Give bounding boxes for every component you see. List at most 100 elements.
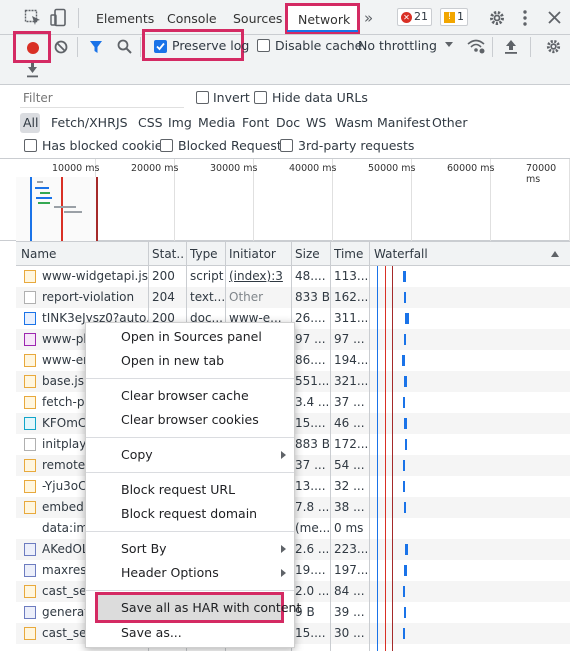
menu-clear-browser-cache[interactable]: Clear browser cache xyxy=(86,384,294,408)
invert-label: Invert xyxy=(213,90,250,105)
type-filter-css[interactable]: CSS xyxy=(138,115,163,130)
request-status: 204 xyxy=(152,290,175,304)
third-party-label: 3rd-party requests xyxy=(298,138,415,153)
overview-activity-bar xyxy=(64,211,82,213)
js-file-icon xyxy=(24,501,36,514)
overview-tick-label: 30000 ms xyxy=(210,163,258,174)
request-initiator[interactable]: (index):3 xyxy=(229,266,291,287)
type-filter-img[interactable]: Img xyxy=(168,115,192,130)
waterfall-bar xyxy=(404,418,407,429)
type-filter-js[interactable]: JS xyxy=(116,115,128,130)
img-file-icon xyxy=(24,543,36,556)
type-filter-fetch-xhr[interactable]: Fetch/XHR xyxy=(51,115,116,130)
js-file-icon xyxy=(24,480,36,493)
network-toolbar: Preserve log Disable cache No throttling xyxy=(0,29,570,85)
invert-checkbox[interactable] xyxy=(196,91,209,104)
type-filter-all[interactable]: All xyxy=(23,115,39,130)
menu-header-options[interactable]: Header Options xyxy=(86,561,294,585)
filter-bar: Invert Hide data URLs All Fetch/XHR JS C… xyxy=(0,85,570,159)
type-filter-other[interactable]: Other xyxy=(432,115,468,130)
type-filter-media[interactable]: Media xyxy=(198,115,236,130)
request-time: 197... xyxy=(334,563,369,577)
type-filter-wasm[interactable]: Wasm xyxy=(335,115,373,130)
menu-clear-browser-cookies[interactable]: Clear browser cookies xyxy=(86,408,294,432)
export-har-icon[interactable] xyxy=(26,63,39,78)
request-size: 15.... xyxy=(295,626,326,640)
request-table-header: Name Stat.. Type Initiator Size Time Wat… xyxy=(16,241,570,266)
waterfall-bar xyxy=(405,313,409,324)
network-settings-gear-icon[interactable] xyxy=(545,38,562,55)
menu-save-all-as-har[interactable]: Save all as HAR with content xyxy=(95,592,301,623)
blocked-requests-checkbox[interactable] xyxy=(160,139,173,152)
request-size: 833 B xyxy=(295,290,330,304)
inspect-element-icon[interactable] xyxy=(24,9,42,27)
throttling-select[interactable]: No throttling xyxy=(358,38,437,53)
column-header-initiator[interactable]: Initiator xyxy=(229,242,276,267)
hide-data-urls-checkbox[interactable] xyxy=(254,91,267,104)
type-filter-manifest[interactable]: Manifest xyxy=(377,115,430,130)
close-icon[interactable] xyxy=(548,11,561,24)
throttling-dropdown-icon[interactable] xyxy=(445,42,453,47)
has-blocked-cookies-checkbox[interactable] xyxy=(24,139,37,152)
search-icon[interactable] xyxy=(117,39,132,54)
menu-block-request-url[interactable]: Block request URL xyxy=(86,478,294,502)
request-time: 162... xyxy=(334,290,369,304)
clear-icon[interactable] xyxy=(54,40,68,54)
kebab-menu-icon[interactable] xyxy=(520,9,530,27)
submenu-arrow-icon xyxy=(281,451,286,459)
column-divider xyxy=(369,241,370,651)
img-file-icon xyxy=(24,564,36,577)
filter-icon[interactable] xyxy=(89,40,103,54)
request-time: 0 ms xyxy=(334,521,364,535)
import-har-icon[interactable] xyxy=(504,38,518,54)
plain-file-icon xyxy=(24,291,36,304)
request-size: 48.... xyxy=(295,269,326,283)
more-tabs-button[interactable]: » xyxy=(364,0,373,35)
network-overview[interactable]: 10000 ms 20000 ms 30000 ms 40000 ms 5000… xyxy=(0,159,570,241)
menu-sort-by[interactable]: Sort By xyxy=(86,537,294,561)
column-header-size[interactable]: Size xyxy=(295,242,320,267)
menu-copy[interactable]: Copy xyxy=(86,443,294,467)
filter-input[interactable] xyxy=(20,89,184,108)
sort-ascending-icon[interactable] xyxy=(551,251,559,257)
overview-dom-content-marker xyxy=(30,177,32,241)
preserve-log-checkbox[interactable]: Preserve log xyxy=(142,29,249,61)
table-row[interactable]: report-violation 204 text... Other 833 B 162.… xyxy=(16,287,570,308)
overview-finish-marker xyxy=(96,177,98,241)
network-conditions-icon[interactable] xyxy=(467,38,485,54)
third-party-checkbox[interactable] xyxy=(280,139,293,152)
request-type: script xyxy=(190,269,224,283)
menu-open-in-sources[interactable]: Open in Sources panel xyxy=(86,325,294,349)
disable-cache-checkbox[interactable] xyxy=(257,39,270,52)
errors-badge[interactable]: ✕ 21 xyxy=(397,8,432,26)
record-button[interactable] xyxy=(13,31,51,63)
request-size: 19.... xyxy=(295,563,326,577)
request-time: 37 ... xyxy=(334,395,365,409)
settings-gear-icon[interactable] xyxy=(488,9,506,27)
device-toolbar-icon[interactable] xyxy=(50,8,68,28)
column-header-name[interactable]: Name xyxy=(21,242,56,267)
menu-separator xyxy=(86,472,294,473)
column-header-type[interactable]: Type xyxy=(190,242,218,267)
overview-activity-bar xyxy=(54,206,76,208)
menu-block-request-domain[interactable]: Block request domain xyxy=(86,502,294,526)
type-filter-font[interactable]: Font xyxy=(242,115,269,130)
type-filter-ws[interactable]: WS xyxy=(306,115,326,130)
request-time: 39 ... xyxy=(334,605,365,619)
overview-activity-bar xyxy=(35,187,49,189)
type-filter-doc[interactable]: Doc xyxy=(276,115,300,130)
request-size: 13.... xyxy=(295,479,326,493)
menu-save-as[interactable]: Save as... xyxy=(86,621,294,645)
waterfall-bar xyxy=(403,586,405,597)
column-header-time[interactable]: Time xyxy=(334,242,363,267)
request-size: 97 ... xyxy=(295,332,326,346)
tab-network[interactable]: Network xyxy=(285,3,360,34)
warnings-badge[interactable]: ! 1 xyxy=(440,8,468,26)
img-file-icon xyxy=(24,606,36,619)
column-header-waterfall[interactable]: Waterfall xyxy=(374,242,428,267)
overview-load-marker xyxy=(61,177,63,241)
column-header-status[interactable]: Stat.. xyxy=(152,242,184,267)
menu-open-in-new-tab[interactable]: Open in new tab xyxy=(86,349,294,373)
submenu-arrow-icon xyxy=(281,545,286,553)
table-row[interactable]: www-widgetapi.js 200 script (index):3 48....… xyxy=(16,266,570,287)
